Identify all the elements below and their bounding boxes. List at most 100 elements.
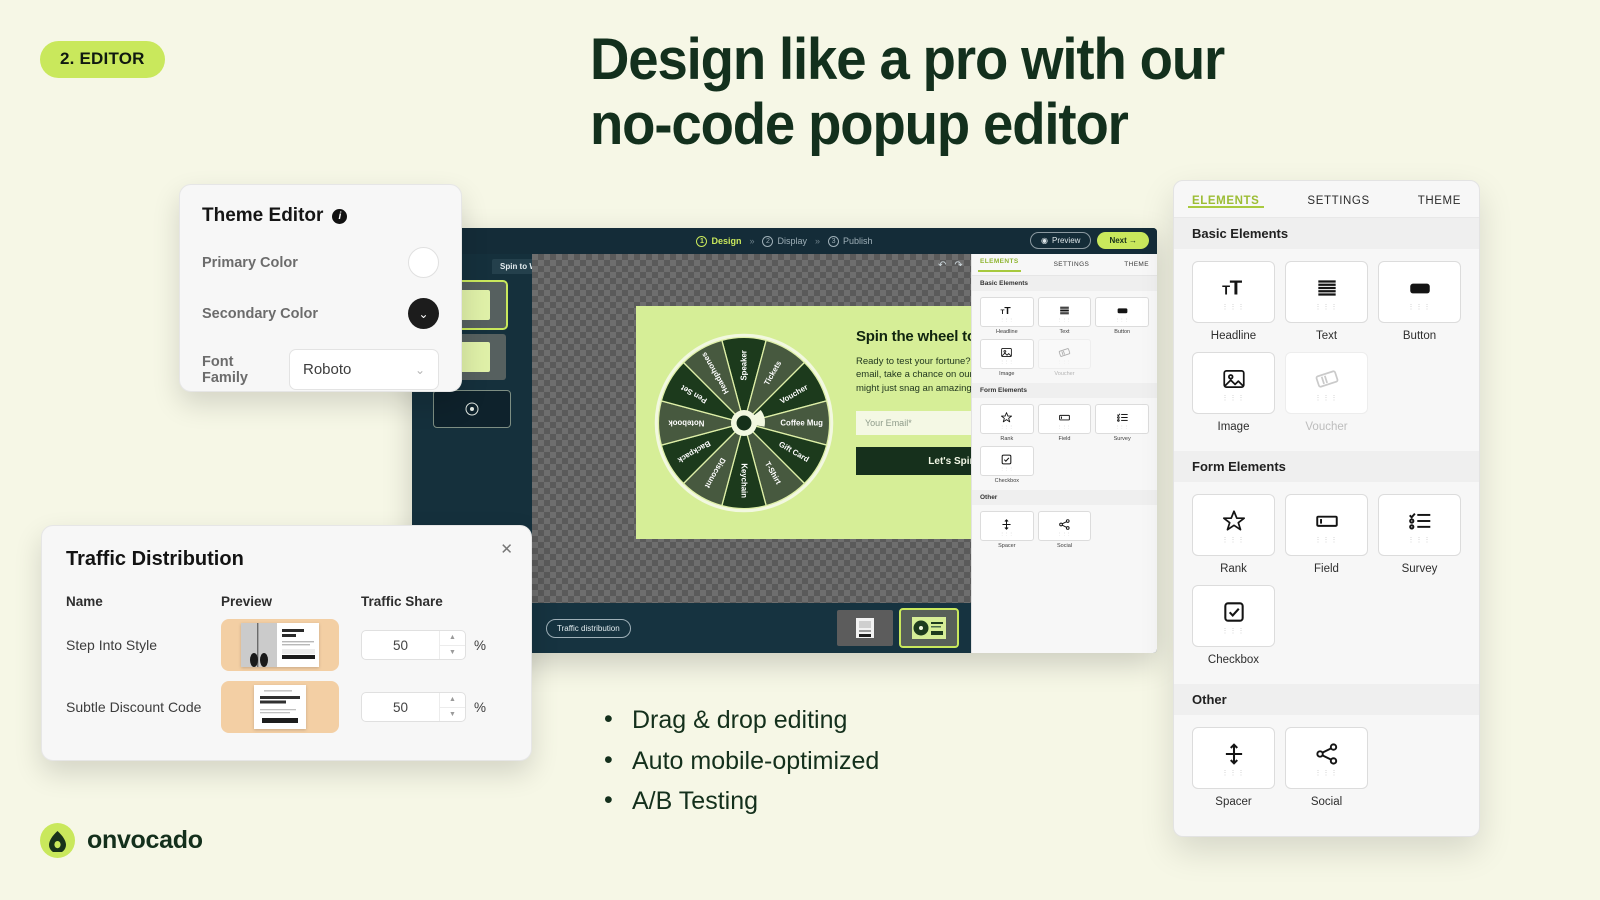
drag-handle-dots-icon[interactable]: ⋮⋮⋮ <box>1315 770 1339 777</box>
step-display[interactable]: 2 Display <box>762 235 807 247</box>
spacer-icon <box>1000 518 1013 531</box>
star-icon-card[interactable]: ⋮⋮⋮ <box>980 404 1034 434</box>
button-icon-card[interactable]: ⋮⋮⋮ <box>1095 297 1149 327</box>
checkbox-icon-card[interactable]: ⋮⋮⋮ <box>1192 585 1275 647</box>
traffic-distribution-button[interactable]: Traffic distribution <box>546 618 631 638</box>
inner-tab-theme[interactable]: THEME <box>1122 261 1151 268</box>
text-icon-card[interactable]: ⋮⋮⋮ <box>1037 297 1092 327</box>
variant-preview-thumbnail[interactable] <box>221 681 339 733</box>
spacer-icon-card[interactable]: ⋮⋮⋮ <box>1192 727 1275 789</box>
editor-canvas[interactable]: ✕ SpeakerTicketsVoucherCoffee MugGift Ca… <box>532 254 1066 653</box>
headline-icon-card[interactable]: TT ⋮⋮⋮ <box>1192 261 1275 323</box>
spin-submit-label: Let's Spin <box>928 455 976 467</box>
element-tile-spacer[interactable]: ⋮⋮⋮ Spacer <box>1192 727 1275 808</box>
drag-handle-dots-icon[interactable]: ⋮⋮⋮ <box>1315 537 1339 544</box>
element-tile-rank[interactable]: ⋮⋮⋮ Rank <box>980 404 1034 442</box>
survey-icon-card[interactable]: ⋮⋮⋮ <box>1378 494 1461 556</box>
star-icon-card[interactable]: ⋮⋮⋮ <box>1192 494 1275 556</box>
share-icon-card[interactable]: ⋮⋮⋮ <box>1285 727 1368 789</box>
element-tile-label: Headline <box>995 329 1018 335</box>
element-tile-checkbox[interactable]: ⋮⋮⋮ Checkbox <box>1192 585 1275 666</box>
element-tile-label: Rank <box>1000 436 1014 442</box>
element-tile-rank[interactable]: ⋮⋮⋮ Rank <box>1192 494 1275 575</box>
element-tile-text[interactable]: ⋮⋮⋮ Text <box>1037 297 1092 335</box>
primary-color-swatch[interactable] <box>408 247 439 278</box>
info-icon[interactable]: i <box>332 208 348 224</box>
drag-handle-dots-icon[interactable]: ⋮⋮⋮ <box>1000 424 1014 428</box>
element-tile-image[interactable]: ⋮⋮⋮ Image <box>980 339 1034 377</box>
redo-icon[interactable]: ↷ <box>954 260 962 271</box>
drag-handle-dots-icon[interactable]: ⋮⋮⋮ <box>1222 304 1246 311</box>
variant-name: Step Into Style <box>66 637 158 653</box>
element-tile-checkbox[interactable]: ⋮⋮⋮ Checkbox <box>980 446 1034 484</box>
element-tile-spacer[interactable]: ⋮⋮⋮ Spacer <box>980 511 1034 549</box>
spacer-icon-card[interactable]: ⋮⋮⋮ <box>980 511 1034 541</box>
element-tile-button[interactable]: ⋮⋮⋮ Button <box>1095 297 1149 335</box>
drag-handle-dots-icon[interactable]: ⋮⋮⋮ <box>1000 531 1014 535</box>
drag-handle-dots-icon[interactable]: ⋮⋮⋮ <box>1000 359 1014 363</box>
preview-button[interactable]: ◉ Preview <box>1030 232 1092 249</box>
undo-icon[interactable]: ↶ <box>938 260 946 271</box>
traffic-share-value[interactable]: 50 <box>362 638 439 653</box>
secondary-color-swatch[interactable]: ⌄ <box>408 298 439 329</box>
stepper-up-icon[interactable]: ▲ <box>440 693 465 707</box>
drag-handle-dots-icon[interactable]: ⋮⋮⋮ <box>1058 424 1072 428</box>
traffic-share-value[interactable]: 50 <box>362 700 439 715</box>
drag-handle-dots-icon[interactable]: ⋮⋮⋮ <box>1408 537 1432 544</box>
drag-handle-dots-icon[interactable]: ⋮⋮⋮ <box>1222 628 1246 635</box>
variant-preview-thumbnail[interactable] <box>221 619 339 671</box>
next-button[interactable]: Next → <box>1097 232 1149 249</box>
font-family-select[interactable]: Roboto ⌄ <box>289 349 439 390</box>
step-publish[interactable]: 3 Publish <box>828 235 873 247</box>
tab-theme[interactable]: THEME <box>1418 195 1461 207</box>
element-tile-field[interactable]: ⋮⋮⋮ Field <box>1285 494 1368 575</box>
drag-handle-dots-icon[interactable]: ⋮⋮⋮ <box>1115 317 1129 321</box>
drag-handle-dots-icon[interactable]: ⋮⋮⋮ <box>1222 395 1246 402</box>
element-tile-headline[interactable]: TT ⋮⋮⋮ Headline <box>980 297 1034 335</box>
element-tile-headline[interactable]: TT ⋮⋮⋮ Headline <box>1192 261 1275 342</box>
drag-handle-dots-icon[interactable]: ⋮⋮⋮ <box>1222 537 1246 544</box>
stepper-down-icon[interactable]: ▼ <box>440 706 465 722</box>
stepper-down-icon[interactable]: ▼ <box>440 644 465 660</box>
image-icon-card[interactable]: ⋮⋮⋮ <box>980 339 1034 369</box>
headline-icon-card[interactable]: TT ⋮⋮⋮ <box>980 297 1034 327</box>
image-icon-card[interactable]: ⋮⋮⋮ <box>1192 352 1275 414</box>
element-tile-text[interactable]: ⋮⋮⋮ Text <box>1285 261 1368 342</box>
element-tile-social[interactable]: ⋮⋮⋮ Social <box>1285 727 1368 808</box>
add-circle-icon <box>465 402 479 416</box>
step-design[interactable]: 1 Design <box>696 235 741 247</box>
element-tile-image[interactable]: ⋮⋮⋮ Image <box>1192 352 1275 433</box>
drag-handle-dots-icon[interactable]: ⋮⋮⋮ <box>1315 304 1339 311</box>
drag-handle-dots-icon[interactable]: ⋮⋮⋮ <box>1115 424 1129 428</box>
drag-handle-dots-icon[interactable]: ⋮⋮⋮ <box>1408 304 1432 311</box>
close-icon[interactable]: ✕ <box>500 540 513 558</box>
element-tile-field[interactable]: ⋮⋮⋮ Field <box>1037 404 1092 442</box>
variant-thumbnail-b[interactable] <box>899 608 959 648</box>
drag-handle-dots-icon[interactable]: ⋮⋮⋮ <box>1000 317 1014 321</box>
drag-handle-dots-icon[interactable]: ⋮⋮⋮ <box>1222 770 1246 777</box>
elements-panel-tabs: ELEMENTS SETTINGS THEME <box>1174 181 1479 208</box>
field-icon-card[interactable]: ⋮⋮⋮ <box>1285 494 1368 556</box>
checkbox-icon-card[interactable]: ⋮⋮⋮ <box>980 446 1034 476</box>
element-tile-button[interactable]: ⋮⋮⋮ Button <box>1378 261 1461 342</box>
stepper-up-icon[interactable]: ▲ <box>440 631 465 645</box>
element-tile-survey[interactable]: ⋮⋮⋮ Survey <box>1378 494 1461 575</box>
quantity-stepper[interactable]: 50 ▲ ▼ <box>361 692 466 722</box>
share-icon-card[interactable]: ⋮⋮⋮ <box>1037 511 1092 541</box>
inner-tab-settings[interactable]: SETTINGS <box>1052 261 1092 268</box>
element-tile-social[interactable]: ⋮⋮⋮ Social <box>1037 511 1092 549</box>
inner-tab-elements[interactable]: ELEMENTS <box>978 258 1021 272</box>
variant-thumbnail-a[interactable] <box>837 610 893 646</box>
quantity-stepper[interactable]: 50 ▲ ▼ <box>361 630 466 660</box>
button-icon-card[interactable]: ⋮⋮⋮ <box>1378 261 1461 323</box>
add-step-button[interactable] <box>433 390 511 428</box>
text-icon-card[interactable]: ⋮⋮⋮ <box>1285 261 1368 323</box>
drag-handle-dots-icon[interactable]: ⋮⋮⋮ <box>1000 466 1014 470</box>
drag-handle-dots-icon[interactable]: ⋮⋮⋮ <box>1058 317 1072 321</box>
field-icon-card[interactable]: ⋮⋮⋮ <box>1037 404 1092 434</box>
font-family-label-line-1: Font <box>202 353 234 370</box>
drag-handle-dots-icon[interactable]: ⋮⋮⋮ <box>1058 531 1072 535</box>
tab-settings[interactable]: SETTINGS <box>1307 195 1369 207</box>
survey-icon-card[interactable]: ⋮⋮⋮ <box>1095 404 1149 434</box>
element-tile-survey[interactable]: ⋮⋮⋮ Survey <box>1095 404 1149 442</box>
